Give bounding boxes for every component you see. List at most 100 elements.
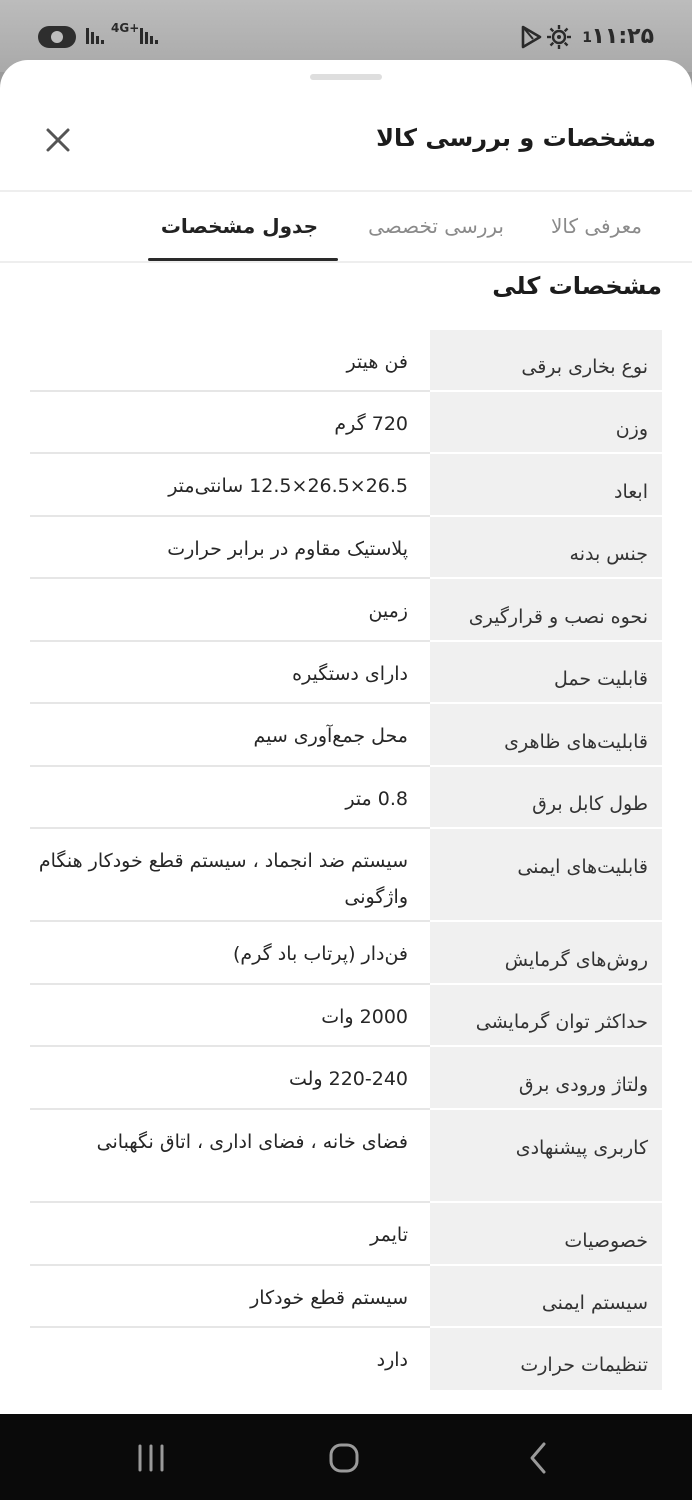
- recents-icon: [138, 1444, 164, 1472]
- spec-value-cell: سیستم ضد انجماد ، سیستم قطع خودکار هنگام…: [30, 829, 430, 922]
- spec-value-cell: محل جمع‌آوری سیم: [30, 704, 430, 767]
- spec-row: طول کابل برق 0.8 متر: [30, 767, 662, 829]
- spec-value-cell: پلاستیک مقاوم در برابر حرارت: [30, 517, 430, 579]
- spec-label-cell: کاربری پیشنهادی: [430, 1110, 662, 1203]
- clock: ۱۱:۲۵: [591, 24, 654, 49]
- spec-label: طول کابل برق: [532, 793, 648, 815]
- spec-row: سیستم ایمنی سیستم قطع خودکار: [30, 1266, 662, 1328]
- spec-label: نحوه نصب و قرارگیری: [468, 606, 648, 628]
- spec-row: قابلیت حمل دارای دستگیره: [30, 642, 662, 704]
- spec-label: تنظیمات حرارت: [520, 1354, 648, 1376]
- spec-label: خصوصیات: [564, 1230, 648, 1252]
- spec-value: دارد: [376, 1349, 408, 1371]
- spec-row: تنظیمات حرارت دارد: [30, 1328, 662, 1390]
- spec-row: خصوصیات تایمر: [30, 1203, 662, 1266]
- signal-icon: [84, 24, 106, 51]
- product-specs-sheet: مشخصات و بررسی کالا معرفی کالا بررسی تخص…: [0, 60, 692, 1414]
- spec-row: ابعاد 26.5×26.5×12.5 سانتی‌متر: [30, 454, 662, 517]
- section-title: مشخصات کلی: [492, 272, 662, 300]
- spec-label-cell: تنظیمات حرارت: [430, 1328, 662, 1390]
- spec-row: روش‌های گرمایش فن‌دار (پرتاب باد گرم): [30, 922, 662, 985]
- spec-label-cell: قابلیت‌های ایمنی: [430, 829, 662, 922]
- spec-value: محل جمع‌آوری سیم: [253, 725, 408, 747]
- home-button[interactable]: [324, 1438, 364, 1478]
- spec-value: 220-240 ولت: [288, 1068, 408, 1090]
- spec-value: 2000 وات: [321, 1006, 408, 1028]
- spec-value-cell: فن‌دار (پرتاب باد گرم): [30, 922, 430, 985]
- spec-value: پلاستیک مقاوم در برابر حرارت: [167, 538, 408, 560]
- spec-value-cell: 2000 وات: [30, 985, 430, 1047]
- spec-label-cell: قابلیت‌های ظاهری: [430, 704, 662, 767]
- spec-row: قابلیت‌های ایمنی سیستم ضد انجماد ، سیستم…: [30, 829, 662, 922]
- spec-value: سیستم قطع خودکار: [250, 1287, 408, 1309]
- settings-gear-icon: [546, 24, 572, 55]
- spec-value-cell: 0.8 متر: [30, 767, 430, 829]
- network-type: 4G+: [111, 21, 140, 35]
- spec-row: وزن 720 گرم: [30, 392, 662, 454]
- spec-value: فن‌دار (پرتاب باد گرم): [233, 943, 408, 965]
- spec-value-cell: 26.5×26.5×12.5 سانتی‌متر: [30, 454, 430, 517]
- spec-label-cell: ولتاژ ورودی برق: [430, 1047, 662, 1110]
- spec-row: جنس بدنه پلاستیک مقاوم در برابر حرارت: [30, 517, 662, 579]
- spec-label: سیستم ایمنی: [541, 1292, 648, 1314]
- tab-spec-table[interactable]: جدول مشخصات: [161, 214, 318, 238]
- spec-value-cell: فن هیتر: [30, 330, 430, 392]
- recents-button[interactable]: [132, 1438, 172, 1478]
- spec-label: حداکثر توان گرمایشی: [475, 1011, 648, 1033]
- spec-label-cell: خصوصیات: [430, 1203, 662, 1266]
- spec-label: قابلیت حمل: [554, 668, 648, 690]
- spec-label-cell: وزن: [430, 392, 662, 454]
- spec-label-cell: طول کابل برق: [430, 767, 662, 829]
- drag-handle[interactable]: [310, 74, 382, 80]
- close-icon: [46, 128, 70, 152]
- back-icon: [530, 1442, 546, 1474]
- spec-label: نوع بخاری برقی: [521, 356, 648, 378]
- back-button[interactable]: [520, 1438, 560, 1478]
- spec-label: قابلیت‌های ایمنی: [517, 856, 648, 878]
- spec-label: قابلیت‌های ظاهری: [504, 731, 648, 753]
- spec-label-cell: سیستم ایمنی: [430, 1266, 662, 1328]
- home-icon: [329, 1443, 359, 1473]
- tab-bar: معرفی کالا بررسی تخصصی جدول مشخصات: [0, 192, 692, 262]
- play-store-icon: [518, 24, 544, 55]
- spec-value-cell: دارای دستگیره: [30, 642, 430, 704]
- spec-value-cell: زمین: [30, 579, 430, 642]
- spec-row: حداکثر توان گرمایشی 2000 وات: [30, 985, 662, 1047]
- spec-label: ولتاژ ورودی برق: [518, 1074, 648, 1096]
- spec-row: نوع بخاری برقی فن هیتر: [30, 330, 662, 392]
- spec-label: روش‌های گرمایش: [504, 949, 648, 971]
- spec-value: 26.5×26.5×12.5 سانتی‌متر: [168, 475, 408, 497]
- notification-pill-icon: [38, 26, 76, 48]
- spec-label: کاربری پیشنهادی: [515, 1137, 648, 1159]
- close-button[interactable]: [38, 120, 78, 160]
- spec-value-cell: 720 گرم: [30, 392, 430, 454]
- spec-row: قابلیت‌های ظاهری محل جمع‌آوری سیم: [30, 704, 662, 767]
- spec-label-cell: ابعاد: [430, 454, 662, 517]
- spec-label: ابعاد: [614, 481, 648, 503]
- spec-row: کاربری پیشنهادی فضای خانه ، فضای اداری ،…: [30, 1110, 662, 1203]
- spec-label-cell: قابلیت حمل: [430, 642, 662, 704]
- spec-value: سیستم ضد انجماد ، سیستم قطع خودکار هنگام…: [38, 850, 408, 908]
- spec-value-cell: سیستم قطع خودکار: [30, 1266, 430, 1328]
- spec-value-cell: فضای خانه ، فضای اداری ، اتاق نگهبانی: [30, 1110, 430, 1203]
- spec-label-cell: روش‌های گرمایش: [430, 922, 662, 985]
- spec-label-cell: نحوه نصب و قرارگیری: [430, 579, 662, 642]
- sheet-title: مشخصات و بررسی کالا: [376, 124, 656, 152]
- spec-label-cell: جنس بدنه: [430, 517, 662, 579]
- tab-product-intro[interactable]: معرفی کالا: [551, 214, 642, 238]
- spec-label: وزن: [615, 418, 648, 440]
- spec-label-cell: حداکثر توان گرمایشی: [430, 985, 662, 1047]
- spec-value: 0.8 متر: [345, 788, 408, 810]
- spec-value: دارای دستگیره: [292, 663, 408, 685]
- spec-value: فضای خانه ، فضای اداری ، اتاق نگهبانی: [96, 1131, 408, 1153]
- spec-value: 720 گرم: [334, 413, 408, 435]
- system-nav-bar: [0, 1414, 692, 1500]
- spec-label-cell: نوع بخاری برقی: [430, 330, 662, 392]
- spec-value: فن هیتر: [346, 351, 408, 373]
- spec-row: ولتاژ ورودی برق 220-240 ولت: [30, 1047, 662, 1110]
- spec-value-cell: تایمر: [30, 1203, 430, 1266]
- tab-expert-review[interactable]: بررسی تخصصی: [368, 214, 504, 238]
- spec-value-cell: 220-240 ولت: [30, 1047, 430, 1110]
- spec-value: تایمر: [370, 1224, 408, 1246]
- tabs-divider: [0, 261, 692, 263]
